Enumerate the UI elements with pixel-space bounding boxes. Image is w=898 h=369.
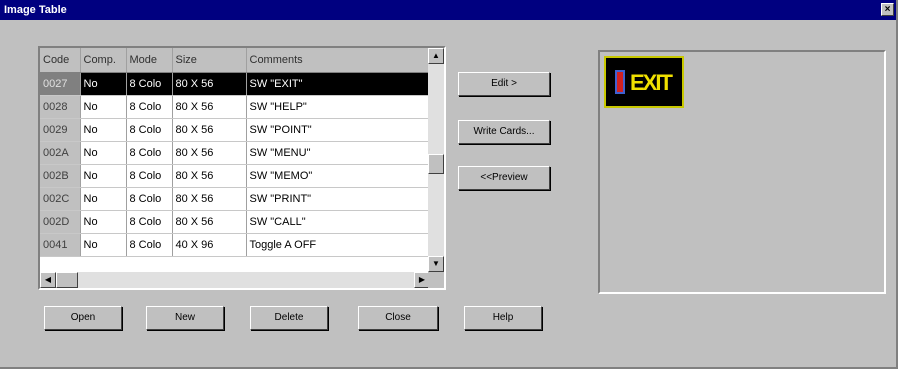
image-preview-panel: EXIT <box>598 50 886 294</box>
cell-mode[interactable]: 8 Colo <box>126 210 173 234</box>
image-table-window: Image Table × Code Comp. Mode Size Comme… <box>0 0 898 369</box>
help-button[interactable]: Help <box>464 306 542 330</box>
column-header-mode[interactable]: Mode <box>126 48 173 73</box>
cell-comments[interactable]: SW "EXIT" <box>246 72 431 96</box>
cell-mode[interactable]: 8 Colo <box>126 95 173 119</box>
cell-size[interactable]: 80 X 56 <box>172 72 247 96</box>
cell-comments[interactable]: SW "CALL" <box>246 210 431 234</box>
delete-button[interactable]: Delete <box>250 306 328 330</box>
cell-mode[interactable]: 8 Colo <box>126 141 173 165</box>
scrollbar-corner <box>428 272 444 288</box>
cell-mode[interactable]: 8 Colo <box>126 233 173 257</box>
preview-button[interactable]: <<Preview <box>458 166 550 190</box>
table-row[interactable]: 002A No 8 Colo 80 X 56 SW "MENU" <box>40 141 431 165</box>
table-row[interactable]: 0028 No 8 Colo 80 X 56 SW "HELP" <box>40 95 431 119</box>
cell-code[interactable]: 0041 <box>40 233 81 257</box>
cell-mode[interactable]: 8 Colo <box>126 72 173 96</box>
cell-size[interactable]: 80 X 56 <box>172 118 247 142</box>
exit-door-icon <box>615 70 625 94</box>
scroll-down-icon[interactable]: ▼ <box>428 256 444 272</box>
cell-code[interactable]: 0029 <box>40 118 81 142</box>
cell-comments[interactable]: SW "MEMO" <box>246 164 431 188</box>
cell-mode[interactable]: 8 Colo <box>126 187 173 211</box>
cell-comp[interactable]: No <box>80 164 127 188</box>
cell-comments[interactable]: SW "POINT" <box>246 118 431 142</box>
header-row: Code Comp. Mode Size Comments <box>40 48 431 73</box>
new-button[interactable]: New <box>146 306 224 330</box>
column-header-size[interactable]: Size <box>172 48 247 73</box>
close-button[interactable]: Close <box>358 306 438 330</box>
horizontal-scroll-thumb[interactable] <box>56 272 78 288</box>
cell-size[interactable]: 80 X 56 <box>172 141 247 165</box>
exit-sign-text: EXIT <box>630 70 673 95</box>
table-row[interactable]: 002C No 8 Colo 80 X 56 SW "PRINT" <box>40 187 431 211</box>
table-row[interactable]: 002D No 8 Colo 80 X 56 SW "CALL" <box>40 210 431 234</box>
column-header-code[interactable]: Code <box>40 48 81 73</box>
cell-size[interactable]: 80 X 56 <box>172 210 247 234</box>
cell-comments[interactable]: Toggle A OFF <box>246 233 431 257</box>
cell-size[interactable]: 80 X 56 <box>172 164 247 188</box>
cell-comp[interactable]: No <box>80 118 127 142</box>
cell-size[interactable]: 80 X 56 <box>172 95 247 119</box>
cell-comp[interactable]: No <box>80 72 127 96</box>
scroll-up-icon[interactable]: ▲ <box>428 48 444 64</box>
vertical-scroll-thumb[interactable] <box>428 154 444 174</box>
cell-comp[interactable]: No <box>80 233 127 257</box>
column-header-comp[interactable]: Comp. <box>80 48 127 73</box>
cell-size[interactable]: 40 X 96 <box>172 233 247 257</box>
cell-size[interactable]: 80 X 56 <box>172 187 247 211</box>
vertical-scrollbar[interactable]: ▲ ▼ <box>428 48 444 272</box>
image-table: Code Comp. Mode Size Comments 0027 No 8 Co… <box>40 48 431 257</box>
window-title: Image Table <box>4 4 67 16</box>
cell-comments[interactable]: SW "PRINT" <box>246 187 431 211</box>
edit-button[interactable]: Edit > <box>458 72 550 96</box>
cell-code[interactable]: 002A <box>40 141 81 165</box>
cell-comments[interactable]: SW "MENU" <box>246 141 431 165</box>
cell-comp[interactable]: No <box>80 210 127 234</box>
title-bar[interactable]: Image Table × <box>0 0 896 20</box>
scroll-left-icon[interactable]: ◀ <box>40 272 56 288</box>
horizontal-scrollbar[interactable]: ◀ ▶ <box>40 272 430 288</box>
table-row[interactable]: 002B No 8 Colo 80 X 56 SW "MEMO" <box>40 164 431 188</box>
cell-comp[interactable]: No <box>80 141 127 165</box>
table-body: 0027 No 8 Colo 80 X 56 SW "EXIT" 0028 No 8 Colo… <box>40 72 431 257</box>
cell-code[interactable]: 002C <box>40 187 81 211</box>
image-list-grid[interactable]: Code Comp. Mode Size Comments 0027 No 8 Co… <box>38 46 446 290</box>
table-row[interactable]: 0041 No 8 Colo 40 X 96 Toggle A OFF <box>40 233 431 257</box>
cell-comp[interactable]: No <box>80 95 127 119</box>
close-icon[interactable]: × <box>881 3 894 16</box>
cell-code[interactable]: 002B <box>40 164 81 188</box>
cell-comments[interactable]: SW "HELP" <box>246 95 431 119</box>
write-cards-button[interactable]: Write Cards... <box>458 120 550 144</box>
column-header-comments[interactable]: Comments <box>246 48 431 73</box>
cell-code[interactable]: 0028 <box>40 95 81 119</box>
table-row[interactable]: 0027 No 8 Colo 80 X 56 SW "EXIT" <box>40 72 431 96</box>
cell-mode[interactable]: 8 Colo <box>126 118 173 142</box>
table-row[interactable]: 0029 No 8 Colo 80 X 56 SW "POINT" <box>40 118 431 142</box>
open-button[interactable]: Open <box>44 306 122 330</box>
cell-comp[interactable]: No <box>80 187 127 211</box>
cell-code[interactable]: 0027 <box>40 72 81 96</box>
exit-sign-image: EXIT <box>604 56 684 108</box>
cell-code[interactable]: 002D <box>40 210 81 234</box>
cell-mode[interactable]: 8 Colo <box>126 164 173 188</box>
